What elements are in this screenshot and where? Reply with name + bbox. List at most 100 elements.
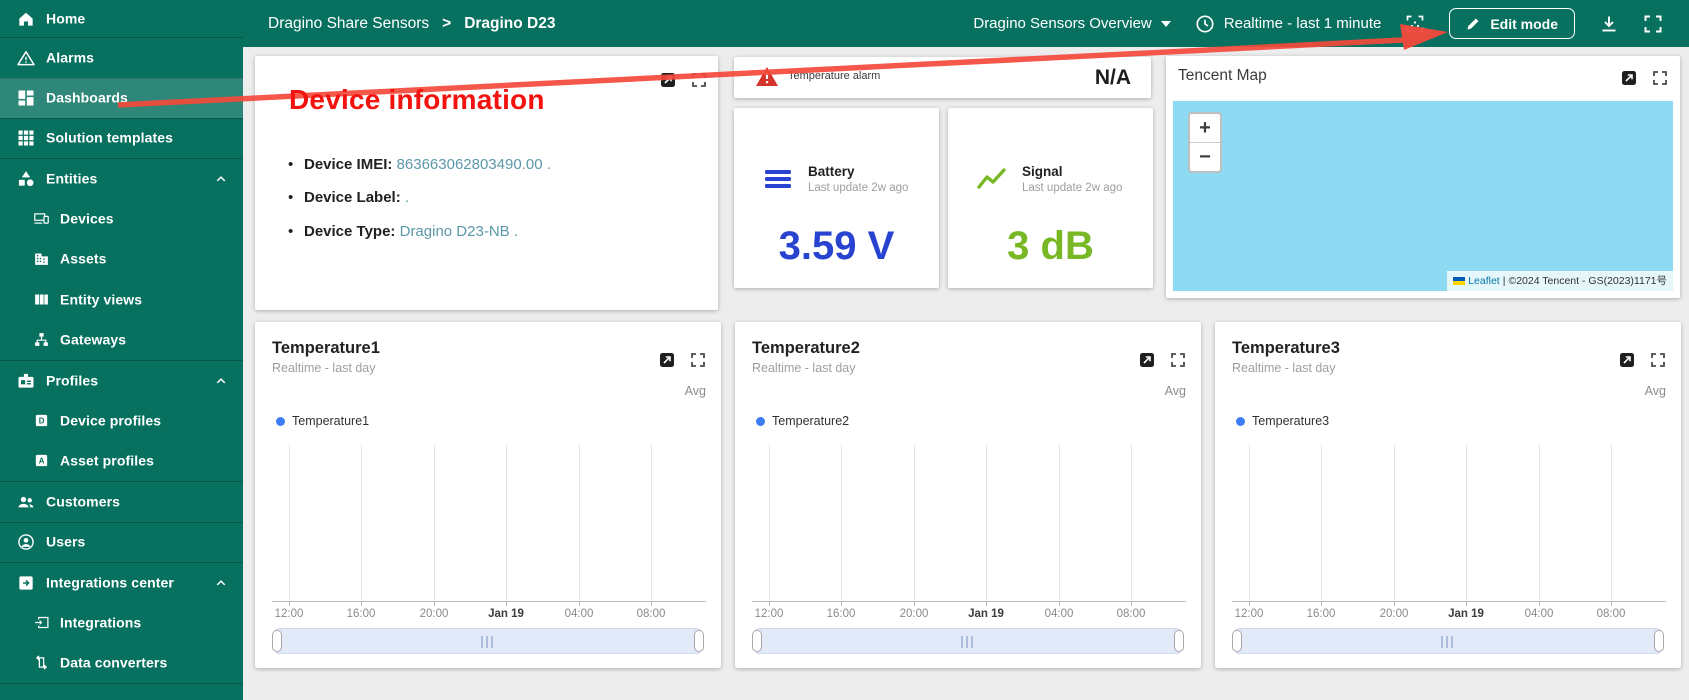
chevron-up-icon[interactable]: [212, 372, 230, 390]
breadcrumb: Dragino Share Sensors > Dragino D23: [268, 15, 556, 33]
x-tick-major: Jan 19: [968, 608, 1004, 620]
sidebar-item-alarms[interactable]: Alarms: [0, 37, 243, 78]
slider-handle-right[interactable]: [1174, 630, 1184, 652]
battery-last-update: Last update 2w ago: [808, 182, 909, 194]
warning-icon: [16, 48, 36, 68]
device-profile-icon: D: [33, 412, 50, 429]
slider-handle-left[interactable]: [1232, 630, 1242, 652]
caret-down-icon: [1160, 21, 1171, 28]
x-tick: 08:00: [1116, 608, 1146, 620]
x-tick: 08:00: [1596, 608, 1626, 620]
asset-profile-icon: A: [33, 452, 50, 469]
clock-icon: [1195, 14, 1215, 34]
x-tick: 04:00: [564, 608, 594, 620]
map-attribution: Leaflet | ©2024 Tencent - GS(2023)1171号: [1447, 271, 1673, 291]
device-imei-row: Device IMEI: 863663062803490.00 .: [288, 156, 551, 173]
device-type-row: Device Type: Dragino D23-NB .: [288, 223, 518, 240]
breadcrumb-current: Dragino D23: [464, 14, 556, 32]
building-icon: [33, 250, 50, 267]
signal-title: Signal: [1022, 164, 1063, 179]
tencent-map-card: Tencent Map + − Leaflet | ©2024 Tencent …: [1166, 56, 1680, 298]
sidebar: Home Alarms Dashboards Solution template…: [0, 0, 243, 700]
temperature1-chart-card: Temperature1 Realtime - last day Avg Tem…: [255, 322, 721, 668]
time-range-slider[interactable]: [1232, 628, 1664, 654]
columns-icon: [33, 291, 50, 308]
alarm-value: N/A: [1094, 66, 1131, 89]
widget-fullscreen-icon[interactable]: [1652, 70, 1668, 86]
slider-grip[interactable]: [961, 636, 975, 648]
people-icon: [16, 492, 36, 512]
slider-handle-right[interactable]: [1654, 630, 1664, 652]
battery-title: Battery: [808, 164, 855, 179]
sidebar-item-devices[interactable]: Devices: [0, 199, 243, 239]
zoom-out-button[interactable]: −: [1190, 143, 1220, 171]
sidebar-item-users[interactable]: Users: [0, 522, 243, 562]
sidebar-item-data-converters[interactable]: Data converters: [0, 643, 243, 683]
slider-handle-left[interactable]: [272, 630, 282, 652]
devices-icon: [33, 210, 50, 227]
slider-handle-right[interactable]: [694, 630, 704, 652]
sidebar-item-home[interactable]: Home: [0, 0, 243, 37]
signal-value: 3 dB: [1007, 224, 1094, 268]
sidebar-item-device-profiles[interactable]: D Device profiles: [0, 401, 243, 441]
chart-plot-area: 12:00 16:00 20:00 Jan 19 04:00 08:00: [735, 322, 1201, 668]
sidebar-item-solution-templates[interactable]: Solution templates: [0, 118, 243, 158]
signal-trend-icon: [976, 166, 1010, 192]
x-tick: 20:00: [1379, 608, 1409, 620]
device-label-row: Device Label: .: [288, 189, 409, 206]
badge-icon: [16, 371, 36, 391]
edit-mode-button[interactable]: Edit mode: [1449, 8, 1575, 39]
sidebar-item-asset-profiles[interactable]: A Asset profiles: [0, 441, 243, 481]
export-icon[interactable]: [1621, 70, 1637, 86]
screenshot-icon[interactable]: [1405, 14, 1425, 34]
slider-handle-left[interactable]: [752, 630, 762, 652]
download-icon[interactable]: [1599, 14, 1619, 34]
breadcrumb-separator: >: [442, 14, 452, 32]
slider-grip[interactable]: [481, 636, 495, 648]
map-zoom-control: + −: [1188, 112, 1222, 173]
time-range-slider[interactable]: [752, 628, 1184, 654]
integrations-center-icon: [16, 573, 36, 593]
alarm-triangle-icon: [755, 66, 779, 87]
sidebar-item-integrations-center[interactable]: Integrations center: [0, 562, 243, 603]
x-tick: 16:00: [1306, 608, 1336, 620]
x-tick: 16:00: [826, 608, 856, 620]
map-title: Tencent Map: [1178, 67, 1267, 84]
user-circle-icon: [16, 532, 36, 552]
widget-fullscreen-icon[interactable]: [691, 72, 707, 88]
temperature2-chart-card: Temperature2 Realtime - last day Avg Tem…: [735, 322, 1201, 668]
chevron-up-icon[interactable]: [212, 170, 230, 188]
ukraine-flag-icon: [1453, 276, 1466, 285]
dashboard-select[interactable]: Dragino Sensors Overview: [973, 15, 1171, 32]
breadcrumb-parent[interactable]: Dragino Share Sensors: [268, 15, 429, 33]
sidebar-item-dashboards[interactable]: Dashboards: [0, 78, 243, 118]
time-range-slider[interactable]: [272, 628, 704, 654]
leaflet-link[interactable]: Leaflet: [1468, 275, 1500, 287]
chart-plot-area: 12:00 16:00 20:00 Jan 19 04:00 08:00: [255, 322, 721, 668]
time-window-button[interactable]: Realtime - last 1 minute: [1195, 14, 1381, 34]
export-icon[interactable]: [660, 72, 676, 88]
sidebar-item-assets[interactable]: Assets: [0, 239, 243, 279]
sidebar-item-entities[interactable]: Entities: [0, 158, 243, 199]
battery-card: Battery Last update 2w ago 3.59 V: [734, 108, 939, 288]
map-canvas[interactable]: + − Leaflet | ©2024 Tencent - GS(2023)11…: [1173, 101, 1673, 291]
sidebar-item-entity-views[interactable]: Entity views: [0, 279, 243, 320]
chevron-up-icon[interactable]: [212, 574, 230, 592]
top-bar: Dragino Share Sensors > Dragino D23 Drag…: [243, 0, 1689, 47]
x-tick: 20:00: [899, 608, 929, 620]
grid-icon: [16, 128, 36, 148]
zoom-in-button[interactable]: +: [1190, 114, 1220, 143]
input-icon: [33, 614, 50, 631]
sidebar-item-gateways[interactable]: Gateways: [0, 320, 243, 360]
slider-grip[interactable]: [1441, 636, 1455, 648]
fullscreen-icon[interactable]: [1643, 14, 1663, 34]
svg-text:A: A: [39, 457, 45, 466]
thingsboard-dashboard: Home Alarms Dashboards Solution template…: [0, 0, 1689, 700]
sidebar-item-profiles[interactable]: Profiles: [0, 360, 243, 401]
sidebar-item-customers[interactable]: Customers: [0, 481, 243, 522]
signal-card: Signal Last update 2w ago 3 dB: [948, 108, 1153, 288]
x-tick-major: Jan 19: [488, 608, 524, 620]
sidebar-item-integrations[interactable]: Integrations: [0, 603, 243, 643]
x-tick: 12:00: [1234, 608, 1264, 620]
x-tick: 12:00: [274, 608, 304, 620]
